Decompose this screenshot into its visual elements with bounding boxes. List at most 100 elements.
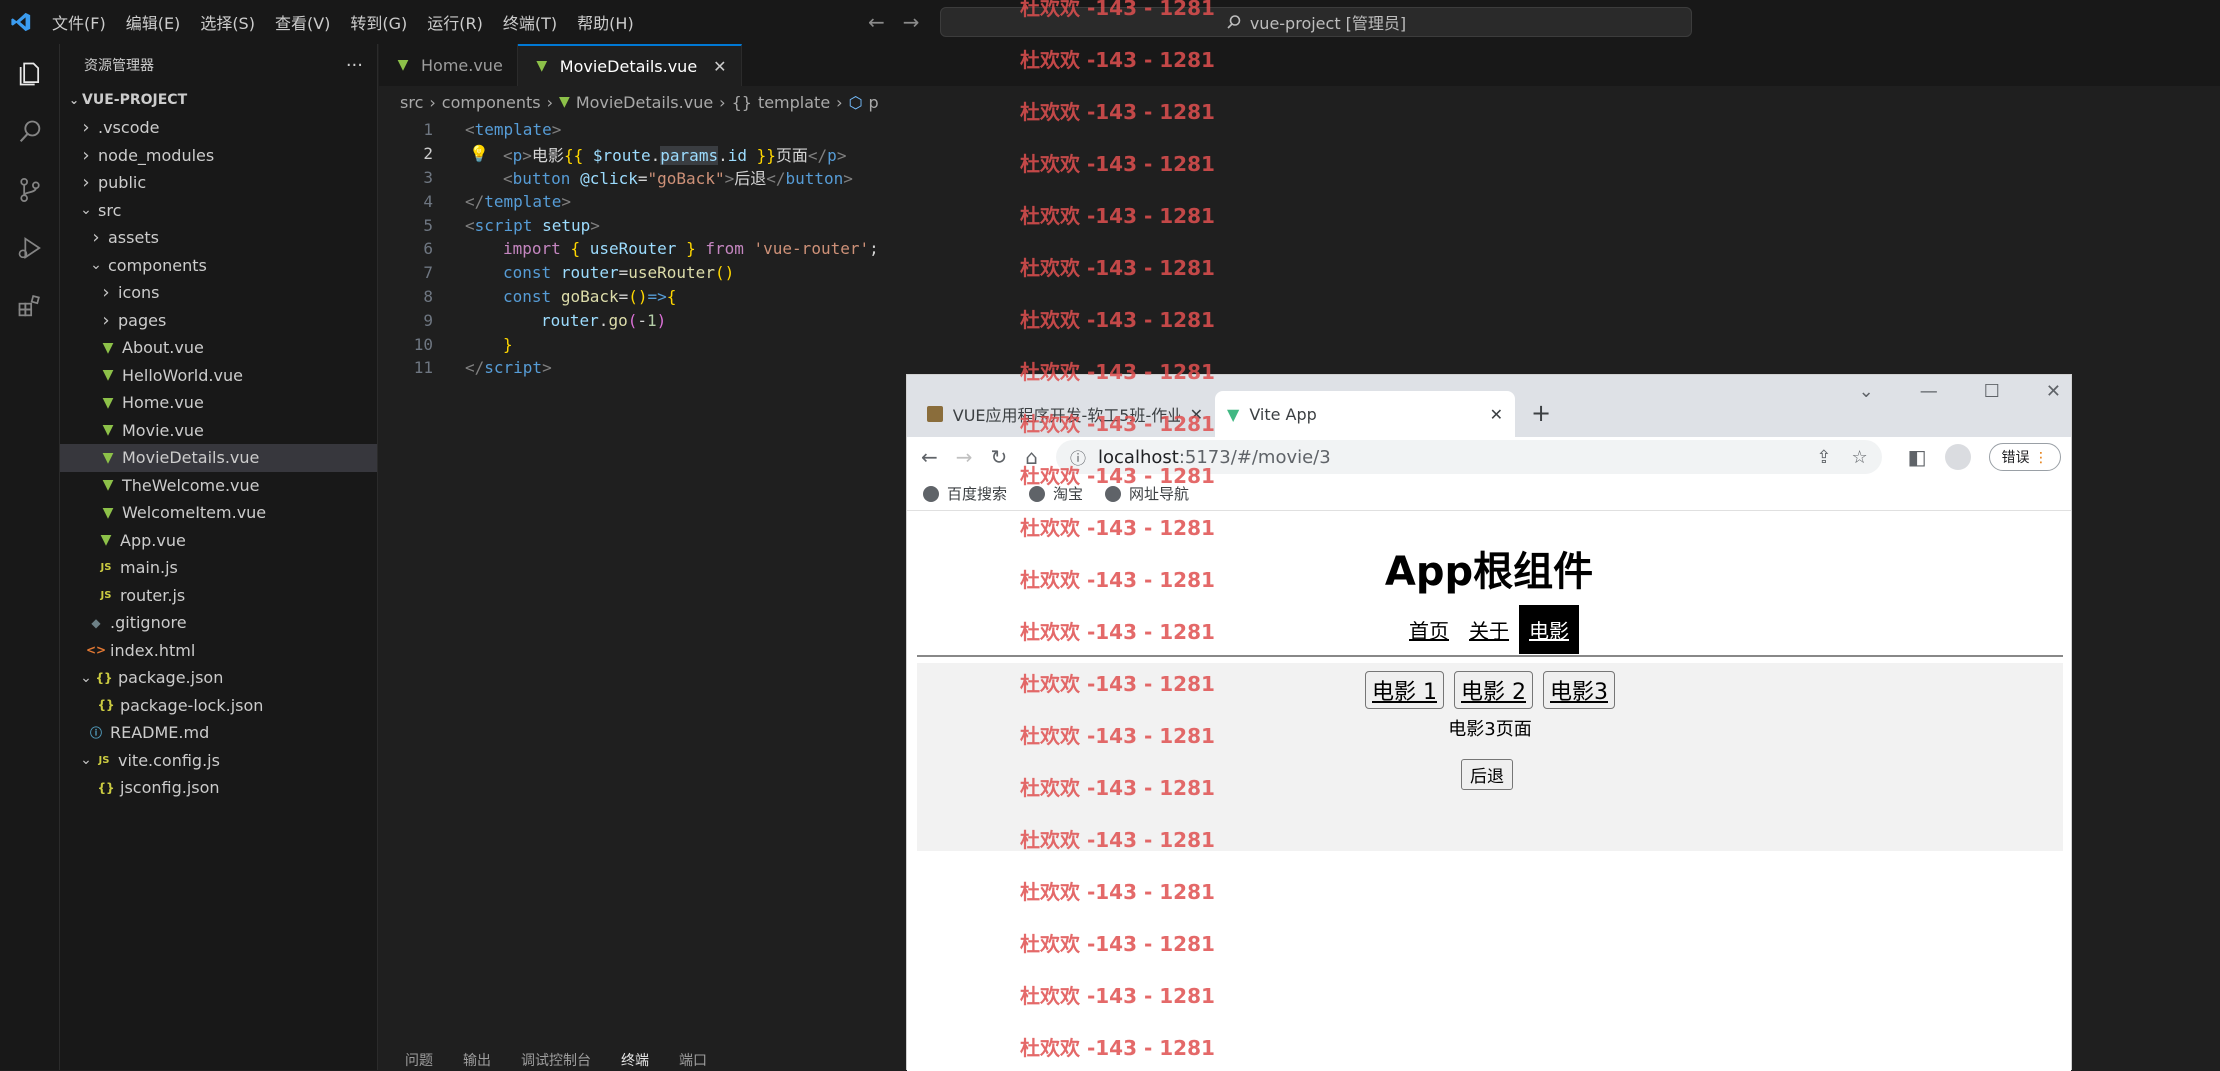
menu-go[interactable]: 转到(G): [340, 10, 417, 34]
back-arrow-icon[interactable]: ←: [868, 10, 885, 34]
menu-help[interactable]: 帮助(H): [567, 10, 644, 34]
back-arrow-icon[interactable]: ←: [921, 445, 938, 469]
menu-file[interactable]: 文件(F): [42, 10, 116, 34]
watermark-text: 杜欢欢 -143 - 1281: [1020, 620, 1215, 644]
tree-item[interactable]: ⓘ README.md: [60, 719, 377, 747]
tree-item[interactable]: ⌄ components: [60, 252, 377, 280]
tree-item[interactable]: › public: [60, 169, 377, 197]
more-actions-icon[interactable]: ···: [346, 55, 363, 76]
forward-arrow-icon[interactable]: →: [956, 445, 973, 469]
tree-item[interactable]: JS main.js: [60, 554, 377, 582]
tree-item[interactable]: ▼ MovieDetails.vue: [60, 444, 377, 472]
new-tab-button[interactable]: +: [1531, 399, 1551, 427]
close-window-icon[interactable]: ✕: [2046, 381, 2061, 402]
bookmark-baidu[interactable]: 百度搜索: [923, 483, 1007, 504]
vue-file-icon: ▼: [102, 504, 114, 521]
panel-tab-debug-console[interactable]: 调试控制台: [521, 1050, 591, 1070]
tree-item-label: README.md: [110, 723, 210, 743]
panel-tab-problems[interactable]: 问题: [405, 1050, 433, 1070]
maximize-icon[interactable]: ☐: [1984, 381, 2000, 402]
watermark-text: 杜欢欢 -143 - 1281: [1020, 48, 1215, 72]
chevron-right-icon: ›: [102, 282, 110, 304]
tree-item[interactable]: {} jsconfig.json: [60, 774, 377, 802]
vscode-logo-icon[interactable]: [0, 0, 42, 44]
menu-view[interactable]: 查看(V): [265, 10, 340, 34]
chevron-down-icon: ⌄: [68, 93, 80, 107]
tree-item[interactable]: ⌄ src: [60, 197, 377, 225]
file-tree: › .vscode › node_modules › public ⌄ src › assets ⌄…: [60, 114, 377, 802]
side-panel-icon[interactable]: ◧: [1908, 445, 1927, 469]
tree-item[interactable]: › .vscode: [60, 114, 377, 142]
js-file-icon: JS: [100, 589, 112, 601]
tree-item[interactable]: ⌄ JS vite.config.js: [60, 747, 377, 775]
run-debug-icon[interactable]: [10, 228, 50, 268]
tree-item[interactable]: ▼ About.vue: [60, 334, 377, 362]
code-line: 9 router.go(-1): [379, 308, 2220, 332]
tree-item-label: pages: [118, 310, 167, 330]
tree-item[interactable]: › node_modules: [60, 142, 377, 170]
nav-link-movie[interactable]: 电影: [1519, 605, 1579, 654]
tree-item[interactable]: <> index.html: [60, 637, 377, 665]
tree-item[interactable]: › assets: [60, 224, 377, 252]
tree-item[interactable]: ⌄{} package.json: [60, 664, 377, 692]
breadcrumb-item[interactable]: MovieDetails.vue: [576, 93, 713, 112]
error-button[interactable]: 错误 ⋮: [1988, 443, 2061, 471]
panel-tab-terminal[interactable]: 终端: [621, 1050, 649, 1070]
watermark-text: 杜欢欢 -143 - 1281: [1020, 0, 1215, 20]
movie-link-1[interactable]: 电影 1: [1365, 671, 1444, 709]
explorer-icon[interactable]: [10, 54, 50, 94]
breadcrumb-item[interactable]: components: [442, 93, 541, 112]
tab-search-icon[interactable]: ⌄: [1859, 381, 1874, 402]
tree-item[interactable]: ▼ Home.vue: [60, 389, 377, 417]
tree-item[interactable]: ▼ HelloWorld.vue: [60, 362, 377, 390]
watermark-text: 杜欢欢 -143 - 1281: [1020, 464, 1215, 488]
close-icon[interactable]: ✕: [1490, 405, 1503, 424]
back-button[interactable]: 后退: [1461, 759, 1513, 790]
nav-link-home[interactable]: 首页: [1399, 605, 1459, 654]
tree-item[interactable]: JS router.js: [60, 582, 377, 610]
search-icon[interactable]: [10, 112, 50, 152]
panel-tab-output[interactable]: 输出: [463, 1050, 491, 1070]
extensions-icon[interactable]: [10, 286, 50, 326]
breadcrumb-item[interactable]: src: [400, 93, 423, 112]
breadcrumb-item[interactable]: p: [869, 93, 879, 112]
watermark-text: 杜欢欢 -143 - 1281: [1020, 568, 1215, 592]
lightbulb-icon[interactable]: 💡: [469, 144, 489, 163]
watermark-text: 杜欢欢 -143 - 1281: [1020, 724, 1215, 748]
bookmark-star-icon[interactable]: ☆: [1852, 447, 1868, 468]
tree-item[interactable]: ▼ App.vue: [60, 527, 377, 555]
vue-file-icon: ▼: [102, 394, 114, 411]
tab-moviedetails-vue[interactable]: ▼ MovieDetails.vue ✕: [517, 44, 742, 86]
vue-file-icon: ▼: [397, 57, 409, 73]
menu-selection[interactable]: 选择(S): [190, 10, 265, 34]
tab-home-vue[interactable]: ▼ Home.vue: [379, 44, 518, 86]
tree-item[interactable]: ▼ Movie.vue: [60, 417, 377, 445]
nav-link-about[interactable]: 关于: [1459, 605, 1519, 654]
menu-run[interactable]: 运行(R): [417, 10, 493, 34]
menu-edit[interactable]: 编辑(E): [116, 10, 191, 34]
menu-terminal[interactable]: 终端(T): [493, 10, 567, 34]
browser-tab-vite-app[interactable]: ▼ Vite App ✕: [1215, 391, 1515, 437]
tree-item[interactable]: ▼ TheWelcome.vue: [60, 472, 377, 500]
window-controls: ⌄ — ☐ ✕: [1859, 381, 2061, 402]
minimize-icon[interactable]: —: [1920, 381, 1938, 402]
breadcrumb-item[interactable]: template: [758, 93, 830, 112]
tree-item[interactable]: ◆ .gitignore: [60, 609, 377, 637]
source-control-icon[interactable]: [10, 170, 50, 210]
tree-item-label: HelloWorld.vue: [122, 365, 243, 385]
close-icon[interactable]: ✕: [713, 57, 726, 76]
project-root[interactable]: ⌄ VUE-PROJECT: [60, 86, 377, 114]
panel-tab-ports[interactable]: 端口: [679, 1050, 707, 1070]
movie-link-2[interactable]: 电影 2: [1454, 671, 1533, 709]
share-icon[interactable]: ⇪: [1816, 447, 1831, 468]
tree-item[interactable]: {} package-lock.json: [60, 692, 377, 720]
tree-item[interactable]: › pages: [60, 307, 377, 335]
profile-avatar-icon[interactable]: [1944, 444, 1971, 470]
code-line: 6 import { useRouter } from 'vue-router';: [379, 237, 2220, 261]
forward-arrow-icon[interactable]: →: [903, 10, 920, 34]
movie-link-3[interactable]: 电影3: [1543, 671, 1615, 709]
tree-item[interactable]: ▼ WelcomeItem.vue: [60, 499, 377, 527]
tree-item[interactable]: › icons: [60, 279, 377, 307]
line-number: 8: [423, 286, 433, 306]
reload-icon[interactable]: ↻: [991, 445, 1008, 469]
